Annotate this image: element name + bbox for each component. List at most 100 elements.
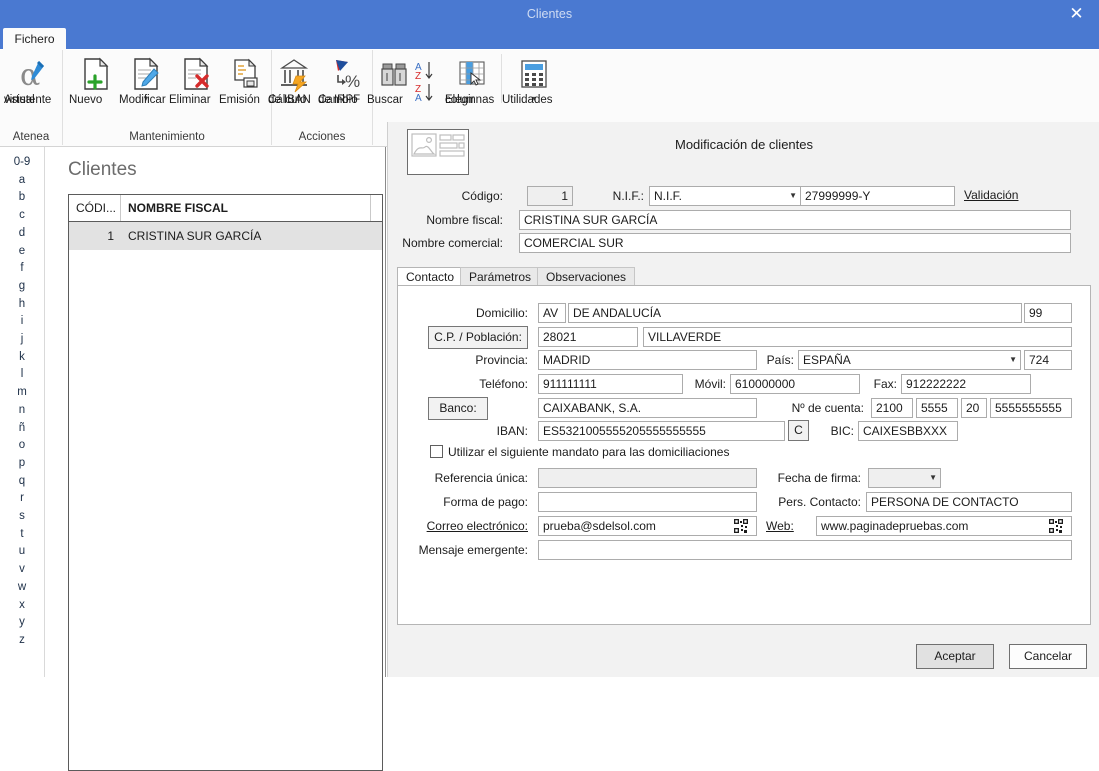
alpha-item-q[interactable]: q <box>0 473 44 491</box>
column-header-codigo[interactable]: CÓDI... <box>69 195 121 221</box>
correo-electronico-field[interactable]: prueba@sdelsol.com <box>538 516 757 536</box>
label-web[interactable]: Web: <box>766 518 806 534</box>
cancelar-button[interactable]: Cancelar <box>1009 644 1087 669</box>
pais-select[interactable]: ESPAÑA ▼ <box>798 350 1021 370</box>
tab-observaciones[interactable]: Observaciones <box>537 267 636 286</box>
table-row[interactable]: 1 CRISTINA SUR GARCÍA <box>69 222 382 250</box>
ribbon-button-cambio-de-irpf[interactable]: % Cambio de IRPF <box>318 54 372 106</box>
alpha-item-g[interactable]: g <box>0 278 44 296</box>
iban-check-button[interactable]: C <box>788 420 809 441</box>
close-icon[interactable]: ✕ <box>1054 0 1099 28</box>
label-pais: País: <box>766 353 794 367</box>
aceptar-button[interactable]: Aceptar <box>916 644 994 669</box>
ribbon-button-utilidades[interactable]: Utilidades ▾ <box>501 54 566 106</box>
alpha-item-s[interactable]: s <box>0 508 44 526</box>
alpha-item-enye[interactable]: ñ <box>0 420 44 438</box>
ribbon-button-elegir-columnas[interactable]: Elegir columnas <box>445 54 499 106</box>
alpha-item-y[interactable]: y <box>0 614 44 632</box>
cuenta-dc-field[interactable]: 20 <box>961 398 987 418</box>
referencia-unica-field[interactable] <box>538 468 757 488</box>
label-correo-electronico[interactable]: Correo electrónico: <box>418 518 528 534</box>
cuenta-entidad-field[interactable]: 2100 <box>871 398 913 418</box>
chevron-down-icon[interactable]: ▼ <box>1009 351 1017 369</box>
forma-pago-field[interactable] <box>538 492 757 512</box>
alpha-item-0-9[interactable]: 0-9 <box>0 154 44 172</box>
label-fax: Fax: <box>873 377 897 391</box>
alpha-item-v[interactable]: v <box>0 561 44 579</box>
alpha-item-e[interactable]: e <box>0 243 44 261</box>
telefono-field[interactable]: 911111111 <box>538 374 683 394</box>
domicilio-tipo-field[interactable]: AV <box>538 303 566 323</box>
alpha-item-u[interactable]: u <box>0 543 44 561</box>
pais-codigo-field[interactable]: 724 <box>1024 350 1072 370</box>
ribbon-button-ordenar[interactable]: A Z Z A <box>413 58 443 108</box>
label-domicilio: Domicilio: <box>475 306 528 320</box>
alpha-item-b[interactable]: b <box>0 189 44 207</box>
ribbon-button-emision[interactable]: Emisión <box>219 54 273 106</box>
svg-text:A: A <box>415 93 422 104</box>
cuenta-oficina-field[interactable]: 5555 <box>916 398 958 418</box>
movil-field[interactable]: 610000000 <box>730 374 860 394</box>
chevron-down-icon[interactable]: ▼ <box>929 469 937 487</box>
tab-parametros[interactable]: Parámetros <box>460 267 541 286</box>
alpha-item-r[interactable]: r <box>0 490 44 508</box>
cp-field[interactable]: 28021 <box>538 327 638 347</box>
nif-field[interactable]: 27999999-Y <box>800 186 955 206</box>
chevron-down-icon[interactable]: ▼ <box>789 187 797 205</box>
validacion-link[interactable]: Validación <box>964 188 1018 202</box>
ribbon-button-nuevo[interactable]: Nuevo <box>69 54 123 106</box>
iban-field[interactable]: ES5321005555205555555555 <box>538 421 785 441</box>
banco-button[interactable]: Banco: <box>428 397 488 420</box>
ribbon-button-asistente-virtual[interactable]: α Asistente virtual <box>4 54 58 106</box>
pers-contacto-field[interactable]: PERSONA DE CONTACTO <box>866 492 1072 512</box>
column-header-extra[interactable] <box>371 195 384 221</box>
fecha-firma-select[interactable]: ▼ <box>868 468 941 488</box>
tab-fichero[interactable]: Fichero <box>3 28 66 50</box>
alpha-item-a[interactable]: a <box>0 172 44 190</box>
modificacion-clientes-dialog: Modificación de clientes Código: 1 N.I.F… <box>387 122 1099 677</box>
domicilio-numero-field[interactable]: 99 <box>1024 303 1072 323</box>
ribbon-button-eliminar[interactable]: Eliminar <box>169 54 223 106</box>
mandato-checkbox[interactable] <box>430 445 443 458</box>
alpha-item-f[interactable]: f <box>0 260 44 278</box>
alpha-item-p[interactable]: p <box>0 455 44 473</box>
codigo-field[interactable]: 1 <box>527 186 573 206</box>
document-pencil-icon <box>119 54 173 94</box>
banco-field[interactable]: CAIXABANK, S.A. <box>538 398 757 418</box>
alpha-item-l[interactable]: l <box>0 366 44 384</box>
alpha-item-i[interactable]: i <box>0 313 44 331</box>
alpha-item-k[interactable]: k <box>0 349 44 367</box>
alpha-item-c[interactable]: c <box>0 207 44 225</box>
bic-field[interactable]: CAIXESBBXXX <box>858 421 958 441</box>
alpha-item-t[interactable]: t <box>0 526 44 544</box>
cp-poblacion-button[interactable]: C.P. / Población: <box>428 326 528 349</box>
column-header-nombre-fiscal[interactable]: NOMBRE FISCAL <box>121 195 371 221</box>
tab-contacto[interactable]: Contacto <box>397 267 464 286</box>
alpha-item-o[interactable]: o <box>0 437 44 455</box>
domicilio-via-field[interactable]: DE ANDALUCÍA <box>568 303 1022 323</box>
alpha-item-x[interactable]: x <box>0 597 44 615</box>
alpha-item-w[interactable]: w <box>0 579 44 597</box>
provincia-field[interactable]: MADRID <box>538 350 757 370</box>
ribbon-button-label: Buscar <box>367 94 403 106</box>
ribbon-group-label: Mantenimiento <box>129 131 205 143</box>
ribbon-group-mantenimiento: Nuevo Modificar ▾ Eliminar Emisión Mante… <box>63 50 272 145</box>
alpha-item-h[interactable]: h <box>0 296 44 314</box>
nombre-fiscal-field[interactable]: CRISTINA SUR GARCÍA <box>519 210 1071 230</box>
fax-field[interactable]: 912222222 <box>901 374 1031 394</box>
cuenta-numero-field[interactable]: 5555555555 <box>990 398 1072 418</box>
alpha-item-m[interactable]: m <box>0 384 44 402</box>
alpha-item-n[interactable]: n <box>0 402 44 420</box>
nombre-comercial-field[interactable]: COMERCIAL SUR <box>519 233 1071 253</box>
qr-code-icon-web[interactable] <box>1049 519 1063 533</box>
qr-code-icon-correo[interactable] <box>734 519 748 533</box>
alpha-item-z[interactable]: z <box>0 632 44 650</box>
web-field[interactable]: www.paginadepruebas.com <box>816 516 1072 536</box>
alpha-item-j[interactable]: j <box>0 331 44 349</box>
poblacion-field[interactable]: VILLAVERDE <box>643 327 1072 347</box>
mensaje-emergente-field[interactable] <box>538 540 1072 560</box>
ribbon-button-calculo-de-iban[interactable]: Cálculo de IBAN <box>268 54 322 106</box>
ribbon-button-modificar[interactable]: Modificar ▾ <box>119 54 173 106</box>
alpha-item-d[interactable]: d <box>0 225 44 243</box>
nif-type-select[interactable]: N.I.F. ▼ <box>649 186 801 206</box>
